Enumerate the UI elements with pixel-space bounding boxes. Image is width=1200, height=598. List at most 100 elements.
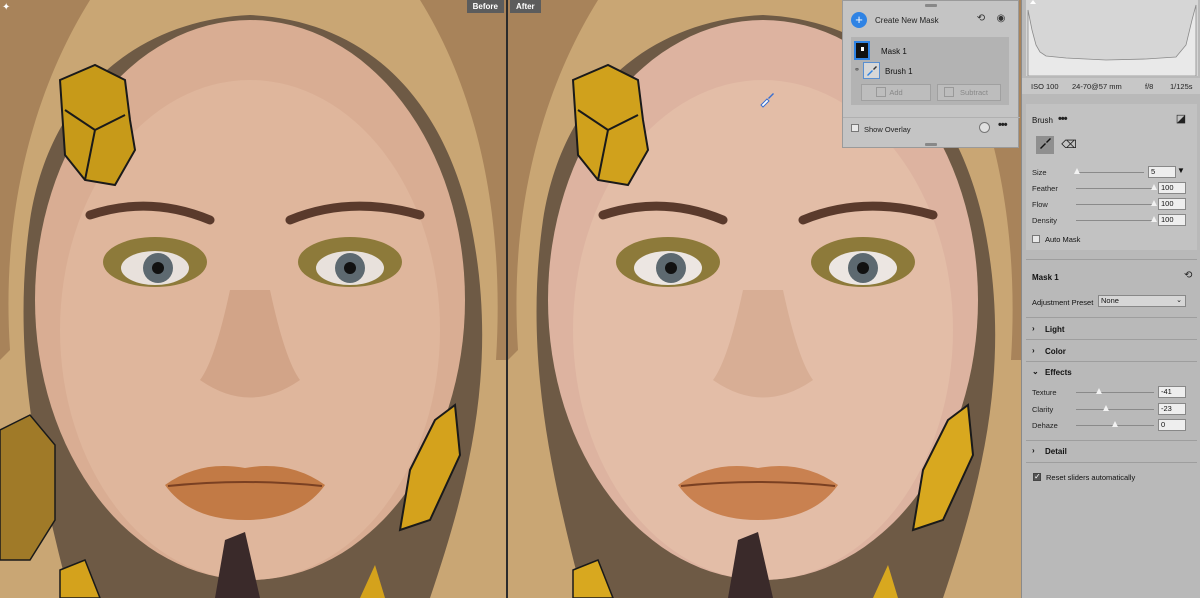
show-overlay-label: Show Overlay: [864, 125, 911, 134]
density-slider[interactable]: Density 100: [1026, 213, 1197, 227]
overlay-color-swatch[interactable]: [979, 122, 990, 133]
density-value[interactable]: 100: [1158, 214, 1186, 226]
texture-slider[interactable]: Texture -41: [1026, 385, 1197, 399]
texture-label: Texture: [1032, 388, 1057, 397]
size-dropdown-icon[interactable]: ▼: [1177, 166, 1185, 175]
dehaze-label: Dehaze: [1032, 421, 1058, 430]
brush-preset-icon[interactable]: ◪: [1172, 110, 1190, 128]
dehaze-slider[interactable]: Dehaze 0: [1026, 418, 1197, 432]
brush-more-icon[interactable]: •••: [1058, 113, 1068, 125]
clarity-value[interactable]: -23: [1158, 403, 1186, 415]
texture-thumb[interactable]: [1096, 388, 1102, 394]
brush-tool-icon: [1040, 138, 1051, 149]
divider: [1026, 259, 1197, 260]
brush-title: Brush: [1032, 116, 1053, 125]
color-title: Color: [1045, 347, 1066, 356]
create-new-mask-label[interactable]: Create New Mask: [875, 16, 939, 25]
chevron-right-icon: ›: [1032, 446, 1035, 455]
dehaze-value[interactable]: 0: [1158, 419, 1186, 431]
density-label: Density: [1032, 216, 1058, 225]
feather-label: Feather: [1032, 184, 1058, 193]
add-button[interactable]: Add: [861, 84, 931, 101]
lens-value: 24-70@57 mm: [1072, 82, 1122, 91]
chevron-down-icon: ⌄: [1176, 297, 1182, 304]
exif-bar: ISO 100 24-70@57 mm f/8 1/125s: [1022, 78, 1200, 94]
add-label: Add: [889, 88, 903, 97]
clarity-thumb[interactable]: [1103, 405, 1110, 411]
density-thumb[interactable]: [1151, 216, 1157, 222]
detail-title: Detail: [1045, 447, 1067, 456]
subtract-mask-icon: [944, 87, 954, 97]
feather-slider[interactable]: Feather 100: [1026, 181, 1197, 195]
mask-panel: + Create New Mask ⟲ ◉ Mask 1 ⚭ Brush 1 A…: [842, 0, 1020, 148]
mask-name: Mask 1: [881, 47, 907, 56]
mask-list: Mask 1 ⚭ Brush 1 Add Subtract: [851, 37, 1009, 105]
density-track[interactable]: [1076, 220, 1154, 221]
brush-item[interactable]: ⚭ Brush 1: [851, 61, 1009, 83]
mask-thumbnail: [854, 41, 870, 60]
divider: [1026, 317, 1197, 318]
show-overlay-checkbox[interactable]: [851, 124, 859, 132]
effects-title: Effects: [1045, 368, 1072, 377]
feather-thumb[interactable]: [1151, 184, 1157, 190]
flow-label: Flow: [1032, 200, 1048, 209]
photo-editor: ✦ Before After + Create New Mask ⟲ ◉ Mas…: [0, 0, 1200, 598]
more-icon[interactable]: •••: [998, 119, 1008, 131]
clarity-slider[interactable]: Clarity -23: [1026, 402, 1197, 416]
subtract-button[interactable]: Subtract: [937, 84, 1001, 101]
mask-settings-title: Mask 1: [1032, 273, 1059, 282]
dehaze-thumb[interactable]: [1112, 421, 1118, 427]
reset-icon[interactable]: ⟲: [1184, 270, 1192, 281]
auto-mask-label: Auto Mask: [1045, 235, 1081, 244]
reset-sliders-label: Reset sliders automatically: [1046, 473, 1136, 482]
before-view[interactable]: ✦ Before: [0, 0, 506, 598]
size-thumb[interactable]: [1074, 168, 1081, 174]
subtract-label: Subtract: [960, 88, 988, 97]
chevron-right-icon: ›: [1032, 346, 1035, 355]
chevron-right-icon: ›: [1032, 324, 1035, 333]
size-value[interactable]: 5: [1148, 166, 1176, 178]
before-label: Before: [466, 0, 504, 13]
light-title: Light: [1045, 325, 1065, 334]
eraser-icon[interactable]: ⌫: [1060, 136, 1078, 154]
mask-item[interactable]: Mask 1: [851, 39, 1009, 61]
panel-grip-bottom[interactable]: [925, 143, 937, 146]
divider: [1026, 361, 1197, 362]
adjustment-preset-select[interactable]: None ⌄: [1098, 295, 1186, 307]
brush-section: Brush ••• ◪ ⌫ Size 5 ▼ Feather 100 Flow: [1026, 104, 1197, 250]
add-mask-icon: [876, 87, 886, 97]
flow-value[interactable]: 100: [1158, 198, 1186, 210]
undo-icon[interactable]: ⟲: [974, 13, 988, 27]
divider: [1026, 440, 1197, 441]
size-label: Size: [1032, 168, 1047, 177]
before-portrait: [0, 0, 506, 598]
flow-thumb[interactable]: [1151, 200, 1157, 206]
brush-name: Brush 1: [885, 67, 913, 76]
flow-track[interactable]: [1076, 204, 1154, 205]
clarity-track[interactable]: [1076, 409, 1154, 410]
paint-brush-tool[interactable]: [1036, 136, 1054, 154]
after-label: After: [510, 0, 541, 13]
aperture-value: f/8: [1145, 82, 1154, 91]
reset-sliders-checkbox[interactable]: [1033, 472, 1041, 481]
eye-icon[interactable]: ◉: [994, 13, 1008, 27]
divider: [1026, 339, 1197, 340]
panel-grip-top[interactable]: [925, 4, 937, 7]
preset-value: None: [1101, 296, 1119, 305]
size-slider[interactable]: Size 5 ▼: [1026, 165, 1197, 179]
arrow-icon: ✦: [2, 2, 11, 13]
texture-track[interactable]: [1076, 392, 1154, 393]
create-mask-button[interactable]: +: [851, 12, 867, 28]
brush-icon: [863, 62, 880, 79]
plus-icon: +: [855, 12, 863, 27]
flow-slider[interactable]: Flow 100: [1026, 197, 1197, 211]
feather-track[interactable]: [1076, 188, 1154, 189]
mask-panel-header: + Create New Mask ⟲ ◉: [843, 9, 1020, 31]
adjustment-preset-label: Adjustment Preset: [1032, 298, 1094, 307]
right-sidebar: ISO 100 24-70@57 mm f/8 1/125s Brush •••…: [1021, 0, 1200, 598]
feather-value[interactable]: 100: [1158, 182, 1186, 194]
texture-value[interactable]: -41: [1158, 386, 1186, 398]
size-track[interactable]: [1076, 172, 1144, 173]
auto-mask-checkbox[interactable]: [1032, 235, 1040, 243]
iso-value: ISO 100: [1031, 82, 1059, 91]
